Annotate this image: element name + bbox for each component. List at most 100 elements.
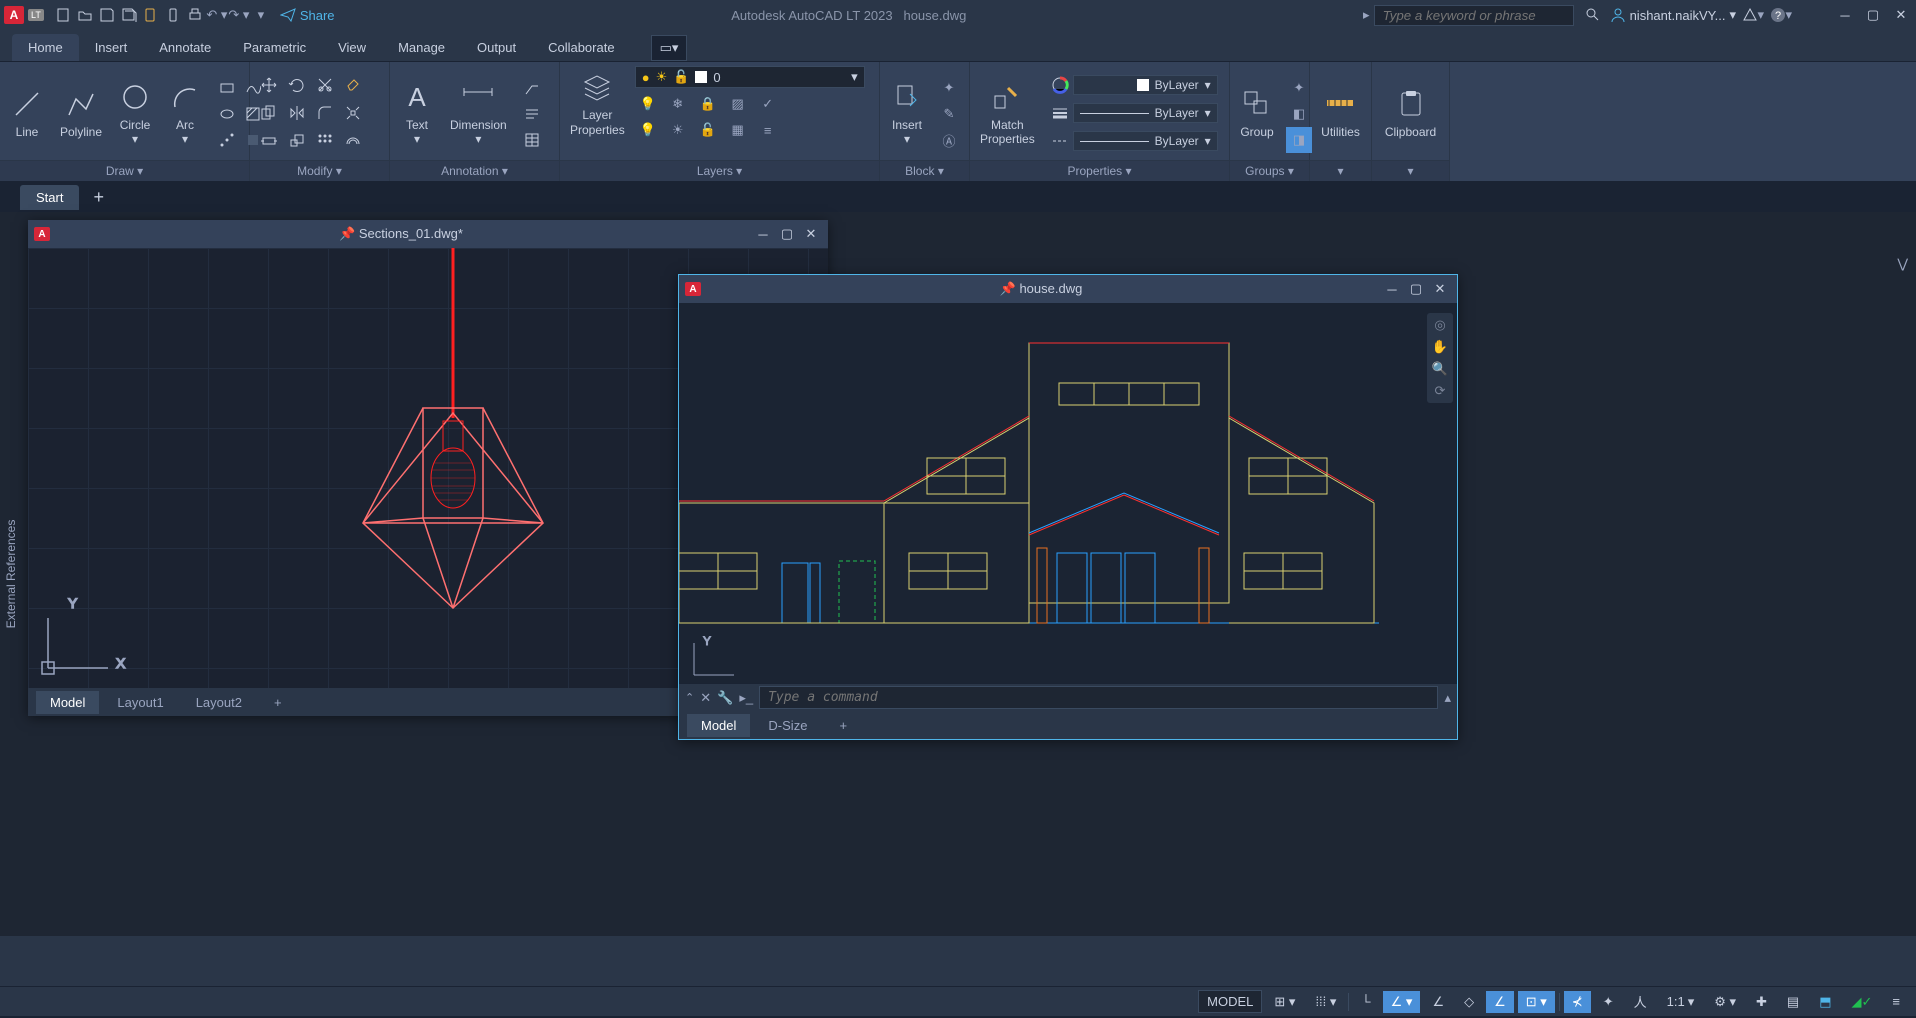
panel-title-draw[interactable]: Draw ▾ <box>0 160 249 181</box>
qat-open-icon[interactable] <box>74 4 96 26</box>
qat-print-icon[interactable] <box>184 4 206 26</box>
infocenter-search-input[interactable] <box>1374 5 1574 26</box>
tool-dimension[interactable]: Dimension▾ <box>446 78 511 149</box>
tab-output[interactable]: Output <box>461 34 532 61</box>
qat-dropdown-icon[interactable]: ▾ <box>250 4 272 26</box>
layer-off-icon[interactable]: 💡 <box>635 91 661 117</box>
layout-tab-model-1[interactable]: Model <box>36 691 99 714</box>
status-isodraft-icon[interactable]: ∠ <box>1424 991 1452 1013</box>
tool-insert-block[interactable]: Insert▾ <box>886 78 928 149</box>
qat-undo-icon[interactable]: ↶ ▾ <box>206 4 228 26</box>
ribbon-display-toggle[interactable]: ▭▾ <box>651 35 688 61</box>
status-cleanscreen-icon[interactable]: ◢✓ <box>1844 991 1881 1013</box>
cmd-history-icon[interactable]: ⌃ <box>685 691 694 704</box>
help-icon[interactable]: ? ▾ <box>1770 4 1792 26</box>
search-icon[interactable] <box>1582 4 1604 26</box>
status-2dosnap-icon[interactable]: ⊡ ▾ <box>1518 991 1555 1013</box>
status-quickprops-icon[interactable]: ⬒ <box>1811 991 1839 1013</box>
layout-add-button-1[interactable]: + <box>260 691 296 714</box>
tool-layer-properties[interactable]: LayerProperties <box>566 68 629 139</box>
tab-collaborate[interactable]: Collaborate <box>532 34 631 61</box>
block-edit-icon[interactable]: ✎ <box>936 101 962 127</box>
tool-utilities[interactable]: Utilities <box>1317 85 1364 141</box>
status-customize-icon[interactable]: ≡ <box>1884 991 1908 1012</box>
tool-arc[interactable]: Arc▾ <box>164 78 206 149</box>
panel-title-annotation[interactable]: Annotation ▾ <box>390 160 559 181</box>
status-selection-icon[interactable]: 人 <box>1626 989 1655 1014</box>
window2-minimize-button[interactable]: ─ <box>1381 278 1403 300</box>
color-wheel-icon[interactable] <box>1047 72 1073 98</box>
tool-text2-icon[interactable] <box>519 101 545 127</box>
tool-offset-icon[interactable] <box>340 128 366 154</box>
layer-unisolate-icon[interactable]: ▦ <box>725 117 751 143</box>
window-close-button[interactable]: ✕ <box>1890 4 1912 26</box>
layout-add-button-2[interactable]: + <box>825 714 861 737</box>
tab-manage[interactable]: Manage <box>382 34 461 61</box>
tab-view[interactable]: View <box>322 34 382 61</box>
status-lwt-icon[interactable]: ⊀ <box>1564 991 1591 1013</box>
nav-zoom-icon[interactable]: 🔍 <box>1432 361 1448 377</box>
lineweight-dropdown[interactable]: ByLayer ▾ <box>1073 103 1218 123</box>
doc-tab-start[interactable]: Start <box>20 185 79 210</box>
tool-rectangle-icon[interactable] <box>214 75 240 101</box>
group-edit-icon[interactable]: ◧ <box>1286 101 1312 127</box>
tab-insert[interactable]: Insert <box>79 34 144 61</box>
status-otrack-icon[interactable]: ∠ <box>1486 991 1514 1013</box>
tab-parametric[interactable]: Parametric <box>227 34 322 61</box>
tool-array-icon[interactable] <box>312 128 338 154</box>
layer-unlock-icon[interactable]: 🔓 <box>695 117 721 143</box>
block-attrib-icon[interactable]: Ⓐ <box>936 127 962 153</box>
infocenter-arrow-icon[interactable]: ▸ <box>1363 7 1370 23</box>
status-grid-icon[interactable]: ⊞ ▾ <box>1266 991 1303 1013</box>
status-modelspace-button[interactable]: MODEL <box>1198 990 1262 1013</box>
floating-titlebar-house[interactable]: A 📌 house.dwg ─ ▢ ✕ <box>679 275 1457 303</box>
layout-tab-layout2[interactable]: Layout2 <box>182 691 256 714</box>
panel-title-modify[interactable]: Modify ▾ <box>250 160 389 181</box>
cmd-customize-icon[interactable]: 🔧 <box>717 690 733 706</box>
qat-save-icon[interactable] <box>96 4 118 26</box>
user-account-button[interactable]: nishant.naikVY...▾ <box>1610 7 1736 23</box>
status-ortho-icon[interactable]: └ <box>1353 991 1378 1012</box>
status-transparency-icon[interactable]: ✦ <box>1595 991 1622 1013</box>
tool-group[interactable]: Group <box>1236 85 1278 141</box>
share-button[interactable]: Share <box>280 7 335 23</box>
status-snap-icon[interactable]: ⁞⁞⁞ ▾ <box>1307 991 1344 1013</box>
tool-fillet-icon[interactable] <box>312 100 338 126</box>
block-create-icon[interactable]: ✦ <box>936 75 962 101</box>
status-annoscale-icon[interactable]: 1:1 ▾ <box>1659 991 1703 1013</box>
status-osnap-icon[interactable]: ◇ <box>1456 991 1482 1013</box>
tool-line[interactable]: Line <box>6 85 48 141</box>
floating-titlebar-sections[interactable]: A 📌 Sections_01.dwg* ─ ▢ ✕ <box>28 220 828 248</box>
qat-saveall-icon[interactable] <box>118 4 140 26</box>
tool-scale-icon[interactable] <box>284 128 310 154</box>
tool-ellipse-icon[interactable] <box>214 101 240 127</box>
tool-mirror-icon[interactable] <box>284 100 310 126</box>
layout-tab-layout1[interactable]: Layout1 <box>103 691 177 714</box>
layer-isolate-icon[interactable]: ▨ <box>725 91 751 117</box>
qat-webmobile-icon[interactable] <box>140 4 162 26</box>
tool-point-icon[interactable] <box>214 127 240 153</box>
status-polar-icon[interactable]: ∠ ▾ <box>1383 991 1421 1013</box>
autodesk-app-icon[interactable]: ▾ <box>1742 4 1764 26</box>
window-minimize-button[interactable]: ─ <box>1834 4 1856 26</box>
tool-move-icon[interactable] <box>256 72 282 98</box>
tool-trim-icon[interactable] <box>312 72 338 98</box>
window2-close-button[interactable]: ✕ <box>1429 278 1451 300</box>
window1-maximize-button[interactable]: ▢ <box>776 223 798 245</box>
tool-leader-icon[interactable] <box>519 75 545 101</box>
tool-polyline[interactable]: Polyline <box>56 85 106 141</box>
tab-annotate[interactable]: Annotate <box>143 34 227 61</box>
tool-match-properties[interactable]: MatchProperties <box>976 78 1039 149</box>
layer-thaw-icon[interactable]: ☀ <box>665 117 691 143</box>
tab-home[interactable]: Home <box>12 34 79 61</box>
qat-cloud-icon[interactable] <box>162 4 184 26</box>
layout-tab-dsize[interactable]: D-Size <box>754 714 821 737</box>
layer-lock-icon[interactable]: 🔒 <box>695 91 721 117</box>
tool-rotate-icon[interactable] <box>284 72 310 98</box>
panel-title-utilities[interactable]: ▾ <box>1310 160 1371 181</box>
tool-explode-icon[interactable] <box>340 100 366 126</box>
layer-on-icon[interactable]: 💡 <box>635 117 661 143</box>
window1-close-button[interactable]: ✕ <box>800 223 822 245</box>
tool-table-icon[interactable] <box>519 127 545 153</box>
color-dropdown[interactable]: ByLayer ▾ <box>1073 75 1218 95</box>
